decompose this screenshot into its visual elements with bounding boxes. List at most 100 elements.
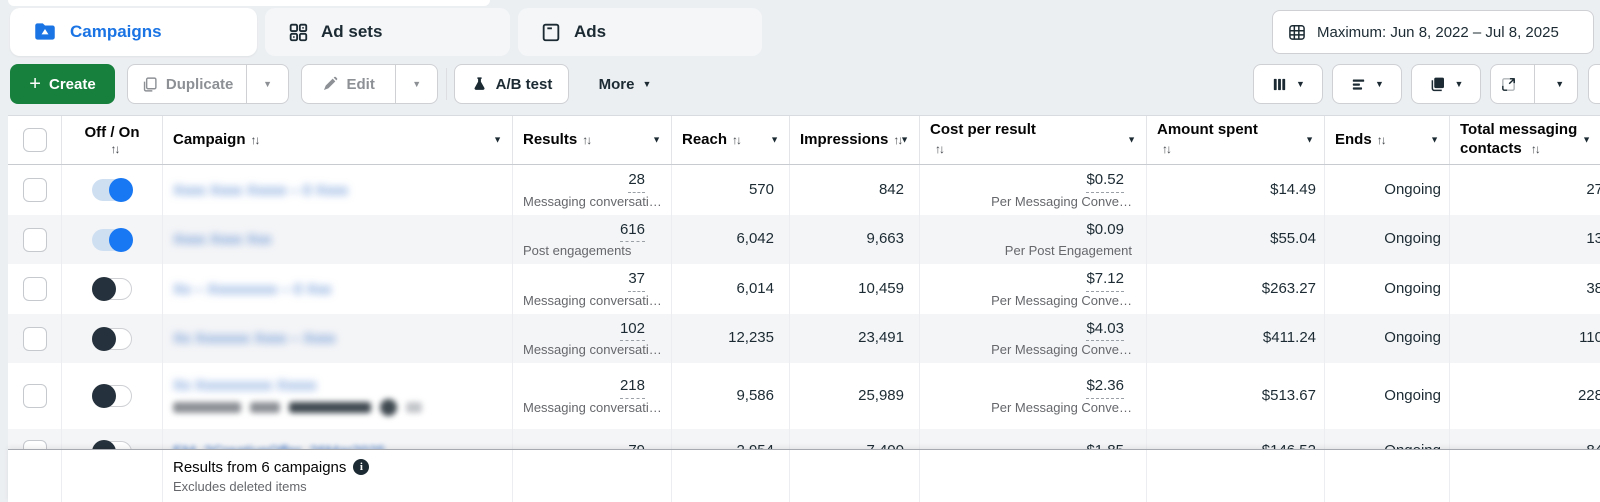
results-value[interactable]: 37	[628, 268, 645, 292]
cost-per-result-value[interactable]: $2.36	[1086, 375, 1124, 399]
column-header-cost-per-result[interactable]: Cost per result ↑↓ ▼	[920, 116, 1147, 164]
campaign-name[interactable]: Xx Xxxxxxxxxx Xxxxx	[173, 377, 512, 394]
campaign-name[interactable]: Xxxx Xxxx Xxx	[173, 231, 512, 248]
row-checkbox[interactable]	[22, 227, 47, 252]
redacted-avatar	[380, 398, 397, 416]
cost-per-result-value[interactable]: $0.52	[1086, 169, 1124, 193]
ends-value: Ongoing	[1384, 279, 1441, 297]
chevron-down-icon[interactable]: ▼	[770, 134, 779, 145]
status-toggle[interactable]	[92, 384, 132, 408]
column-header-impressions[interactable]: Impressions ↑↓ ▼	[790, 116, 920, 164]
ends-value: Ongoing	[1384, 386, 1441, 404]
amount-spent-value: $513.67	[1261, 386, 1316, 404]
header-label: Amount spent ↑↓	[1157, 121, 1258, 156]
row-checkbox[interactable]	[22, 326, 47, 351]
tab-ads[interactable]: Ads	[518, 8, 762, 56]
impressions-cell: 23,491	[790, 314, 920, 363]
tab-campaigns[interactable]: Campaigns	[10, 8, 257, 56]
table-row: Xxxx Xxxx Xxxxx – 0 Xxxx 28 Messaging co…	[8, 165, 1600, 215]
total-messaging-contacts-value: 13	[1586, 230, 1600, 248]
duplicate-dropdown-button[interactable]: ▼	[247, 65, 288, 103]
more-button[interactable]: More ▼	[585, 64, 665, 104]
chevron-down-icon[interactable]: ▼	[652, 134, 661, 145]
export-button[interactable]	[1491, 65, 1526, 103]
clipped-toolbar-button[interactable]	[1588, 64, 1600, 104]
create-label: Create	[48, 75, 96, 93]
column-header-total-messaging-contacts[interactable]: Total messaging contacts ↑↓ ▼	[1450, 116, 1600, 164]
status-toggle[interactable]	[92, 227, 133, 252]
total-messaging-contacts-value: 110	[1579, 329, 1600, 347]
create-button[interactable]: + Create	[10, 64, 115, 104]
edit-button[interactable]: Edit	[302, 65, 395, 103]
toggle-knob	[92, 277, 116, 301]
sort-icon: ↑↓	[935, 142, 945, 156]
chevron-down-icon[interactable]: ▼	[493, 134, 502, 145]
edit-dropdown-button[interactable]: ▼	[396, 65, 437, 103]
date-range-button[interactable]: Maximum: Jun 8, 2022 – Jul 8, 2025	[1272, 10, 1594, 54]
breakdown-button[interactable]: ▼	[1332, 64, 1402, 104]
cost-per-result-value[interactable]: $4.03	[1086, 318, 1124, 342]
select-all-checkbox-cell	[8, 116, 62, 164]
sort-icon: ↑↓	[582, 132, 592, 147]
chevron-down-icon[interactable]: ▼	[1430, 134, 1439, 145]
columns-button[interactable]: ▼	[1253, 64, 1323, 104]
cost-per-result-cell: $0.52 Per Messaging Conve…	[920, 165, 1147, 215]
campaign-name[interactable]: Xxxx Xxxx Xxxxx – 0 Xxxx	[173, 182, 512, 199]
reports-button[interactable]: ▼	[1411, 64, 1481, 104]
campaign-name[interactable]: Xx Xxxxxxx Xxxx – Xxxx	[173, 330, 512, 347]
flask-icon	[471, 76, 488, 93]
select-all-checkbox[interactable]	[22, 128, 47, 152]
column-header-ends[interactable]: Ends ↑↓ ▼	[1325, 116, 1450, 164]
row-checkbox[interactable]	[22, 178, 47, 202]
amount-spent-value: $411.24	[1262, 329, 1316, 347]
impressions-cell: 842	[790, 165, 920, 215]
cost-per-result-type-label: Per Messaging Conve…	[991, 342, 1132, 358]
column-header-amount-spent[interactable]: Amount spent ↑↓ ▼	[1147, 116, 1325, 164]
footer-spacer	[1147, 450, 1325, 502]
header-label: Ends	[1335, 130, 1372, 148]
column-header-campaign[interactable]: Campaign ↑↓ ▼	[163, 116, 513, 164]
info-icon[interactable]: i	[353, 459, 370, 475]
row-checkbox[interactable]	[22, 384, 47, 408]
results-value[interactable]: 616	[619, 219, 645, 243]
column-header-results[interactable]: Results ↑↓ ▼	[513, 116, 672, 164]
row-toggle-cell	[62, 264, 163, 314]
chevron-down-icon[interactable]: ▼	[900, 134, 909, 145]
results-value[interactable]: 28	[628, 169, 645, 193]
column-header-reach[interactable]: Reach ↑↓ ▼	[672, 116, 790, 164]
amount-spent-cell: $55.04	[1147, 215, 1325, 264]
top-card-edge	[8, 0, 490, 6]
results-cell: 218 Messaging conversati…	[513, 363, 672, 429]
ab-test-button[interactable]: A/B test	[454, 64, 569, 104]
chevron-down-icon[interactable]: ▼	[1582, 134, 1591, 145]
results-type-label: Messaging conversati…	[523, 342, 662, 358]
duplicate-icon	[141, 76, 158, 93]
impressions-value: 23,491	[858, 329, 904, 347]
campaign-name[interactable]: Xx – Xxxxxxxxx – 0 Xxx	[173, 281, 512, 298]
ends-cell: Ongoing	[1325, 314, 1450, 363]
export-split-button: ▼	[1490, 64, 1578, 104]
table-row: Xxxx Xxxx Xxx 616 Post engagements 6,042…	[8, 215, 1600, 264]
status-toggle[interactable]	[92, 277, 132, 301]
cost-per-result-type-label: Per Messaging Conve…	[991, 193, 1132, 209]
row-checkbox[interactable]	[22, 277, 47, 301]
impressions-cell: 9,663	[790, 215, 920, 264]
results-value[interactable]: 218	[619, 375, 645, 399]
column-header-off-on[interactable]: Off / On ↑↓	[62, 116, 163, 164]
results-value[interactable]: 102	[619, 318, 645, 342]
reach-value: 570	[748, 180, 774, 198]
cost-per-result-value[interactable]: $0.09	[1086, 219, 1124, 242]
chevron-down-icon[interactable]: ▼	[1305, 134, 1314, 145]
header-label: Cost per result ↑↓	[930, 121, 1036, 156]
reach-cell: 570	[672, 165, 790, 215]
chevron-down-icon: ▼	[1454, 78, 1464, 89]
footer-spacer	[8, 450, 62, 502]
sort-icon: ↑↓	[1162, 142, 1172, 156]
duplicate-button[interactable]: Duplicate	[128, 65, 246, 103]
tab-ad-sets[interactable]: Ad sets	[265, 8, 510, 56]
export-dropdown-button[interactable]: ▼	[1542, 65, 1577, 103]
status-toggle[interactable]	[92, 178, 133, 202]
cost-per-result-value[interactable]: $7.12	[1086, 268, 1124, 292]
chevron-down-icon[interactable]: ▼	[1127, 134, 1136, 145]
status-toggle[interactable]	[92, 326, 132, 351]
